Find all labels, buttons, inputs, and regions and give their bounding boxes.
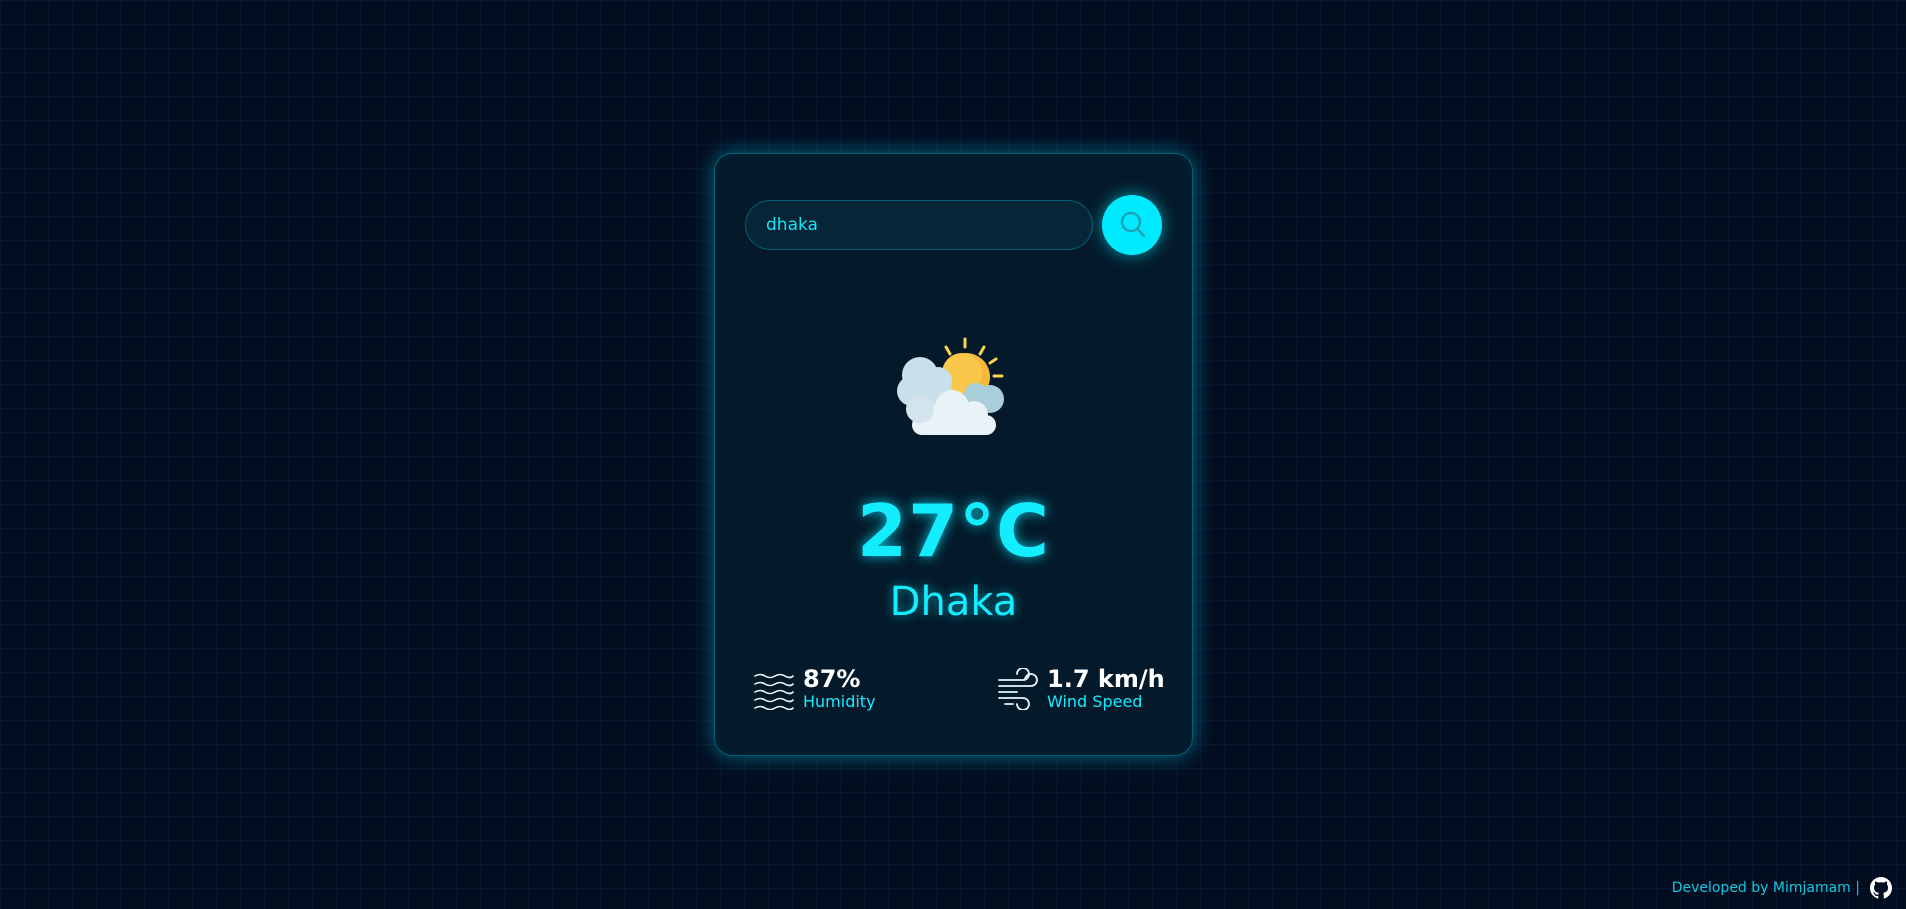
humidity-value: 87%: [803, 665, 861, 693]
humidity-stat: 87% Humidity: [753, 666, 876, 712]
temperature: 27°C: [856, 489, 1051, 573]
footer: Developed by Mimjamam |: [1672, 877, 1892, 899]
wind-icon: [998, 668, 1038, 710]
humidity-waves-icon: [754, 673, 794, 710]
search-input[interactable]: [745, 200, 1093, 250]
github-icon[interactable]: [1870, 877, 1892, 899]
footer-credit: Developed by Mimjamam |: [1671, 880, 1860, 896]
wind-value: 1.7 km/h: [1047, 665, 1165, 693]
partly-cloudy-icon: [897, 337, 1004, 435]
city-name: Dhaka: [889, 579, 1018, 625]
wind-stat: 1.7 km/h Wind Speed: [997, 666, 1165, 712]
search-button[interactable]: [1102, 195, 1162, 255]
weather-card: 27°C Dhaka 87% Humidity: [714, 153, 1193, 756]
wind-label: Wind Speed: [1047, 692, 1143, 711]
humidity-label: Humidity: [803, 692, 876, 711]
search-icon: [1120, 211, 1146, 238]
